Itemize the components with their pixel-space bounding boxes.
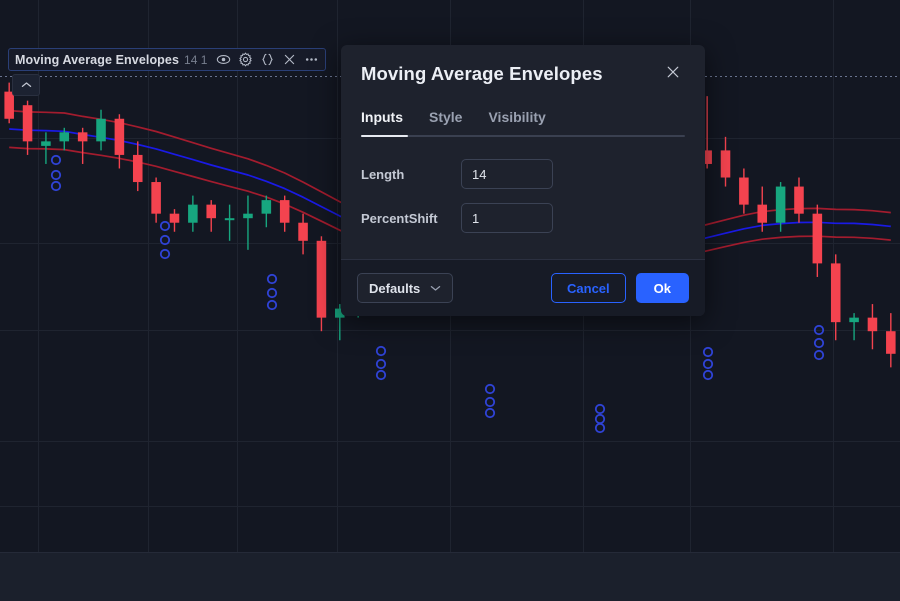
- drag-handle[interactable]: [594, 403, 606, 415]
- drag-handle[interactable]: [159, 234, 171, 246]
- drag-handle[interactable]: [484, 407, 496, 419]
- indicator-settings-dialog[interactable]: Moving Average Envelopes Inputs Style Vi…: [341, 45, 705, 316]
- dialog-body: Moving Average Envelopes Inputs Style Vi…: [341, 45, 705, 259]
- close-icon: [665, 64, 681, 85]
- drag-handle[interactable]: [159, 248, 171, 260]
- dialog-header: Moving Average Envelopes: [361, 63, 685, 86]
- drag-handle[interactable]: [266, 299, 278, 311]
- tab-style[interactable]: Style: [429, 109, 462, 136]
- legend-icon-group: [216, 52, 319, 67]
- more-options-icon[interactable]: [304, 52, 319, 67]
- dialog-tabs[interactable]: Inputs Style Visibility: [361, 109, 685, 136]
- drag-handle[interactable]: [50, 180, 62, 192]
- cancel-button[interactable]: Cancel: [551, 273, 626, 303]
- dialog-footer: Defaults Cancel Ok: [341, 259, 705, 316]
- drag-handle[interactable]: [266, 287, 278, 299]
- dialog-close-button[interactable]: [661, 62, 685, 86]
- percentshift-input[interactable]: [461, 203, 553, 233]
- legend-values: 14 1: [184, 52, 208, 67]
- collapse-pane-button[interactable]: [12, 74, 40, 96]
- tab-inputs[interactable]: Inputs: [361, 109, 403, 136]
- drag-handle[interactable]: [702, 358, 714, 370]
- eye-icon[interactable]: [216, 52, 231, 67]
- chevron-up-icon: [21, 76, 32, 94]
- drag-handle[interactable]: [50, 154, 62, 166]
- indicator-legend[interactable]: Moving Average Envelopes 14 1: [8, 48, 327, 71]
- drag-handle[interactable]: [266, 273, 278, 285]
- drag-handle[interactable]: [484, 396, 496, 408]
- inputs-panel: Length PercentShift: [361, 137, 685, 259]
- field-row-length: Length: [361, 159, 685, 189]
- percentshift-label: PercentShift: [361, 210, 438, 226]
- length-label: Length: [361, 166, 405, 182]
- drag-handle[interactable]: [375, 369, 387, 381]
- drag-handle[interactable]: [813, 349, 825, 361]
- dialog-actions: Cancel Ok: [551, 273, 689, 303]
- drag-handle[interactable]: [484, 383, 496, 395]
- drag-handle[interactable]: [375, 358, 387, 370]
- drag-handle[interactable]: [50, 169, 62, 181]
- time-axis[interactable]: [0, 552, 900, 601]
- drag-handle[interactable]: [159, 220, 171, 232]
- gear-icon[interactable]: [238, 52, 253, 67]
- tab-visibility[interactable]: Visibility: [488, 109, 545, 136]
- legend-title: Moving Average Envelopes: [15, 52, 180, 67]
- drag-handle[interactable]: [594, 413, 606, 425]
- drag-handle[interactable]: [375, 345, 387, 357]
- dialog-title: Moving Average Envelopes: [361, 63, 603, 84]
- field-row-percentshift: PercentShift: [361, 203, 685, 233]
- drag-handle[interactable]: [702, 369, 714, 381]
- drag-handle[interactable]: [813, 337, 825, 349]
- drag-handle[interactable]: [702, 346, 714, 358]
- close-icon[interactable]: [282, 52, 297, 67]
- ok-button[interactable]: Ok: [635, 273, 689, 303]
- active-tab-indicator: [361, 135, 408, 137]
- defaults-dropdown[interactable]: Defaults: [357, 273, 454, 303]
- length-input[interactable]: [461, 159, 553, 189]
- chevron-down-icon: [430, 284, 441, 292]
- drag-handle[interactable]: [594, 422, 606, 434]
- drag-handle[interactable]: [813, 324, 825, 336]
- tab-underline: [361, 135, 685, 137]
- source-code-icon[interactable]: [260, 52, 275, 67]
- defaults-label: Defaults: [369, 280, 421, 296]
